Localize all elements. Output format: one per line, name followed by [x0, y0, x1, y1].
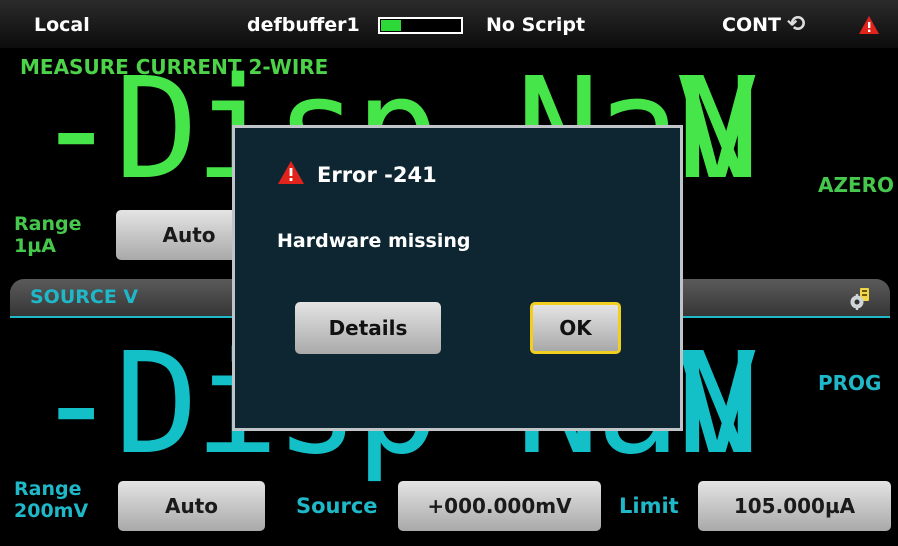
dialog-title-row: Error -241 [277, 160, 437, 189]
limit-value-button[interactable]: 105.000µA [698, 481, 891, 531]
warning-icon[interactable] [858, 15, 880, 40]
source-range-button[interactable]: Auto [118, 481, 265, 531]
trigger-mode[interactable]: CONT [722, 14, 781, 36]
buffer-fill-meter[interactable] [378, 17, 463, 34]
settings-icon[interactable] [849, 287, 871, 311]
source-range-label-title: Range [14, 478, 82, 500]
dialog-title: Error -241 [317, 162, 437, 187]
programmed-indicator: PROG [818, 371, 882, 395]
script-status[interactable]: No Script [486, 14, 585, 36]
limit-label: Limit [619, 494, 679, 518]
measure-range-label: Range 1µA [14, 213, 81, 257]
sync-icon[interactable]: ⟲ [787, 12, 805, 37]
remote-local-indicator[interactable]: Local [34, 14, 90, 36]
measure-unit: V [675, 48, 760, 211]
ok-button[interactable]: OK [530, 302, 621, 354]
details-button[interactable]: Details [295, 302, 441, 354]
autozero-indicator: AZERO [818, 173, 895, 197]
source-value-button[interactable]: +000.000mV [398, 481, 601, 531]
error-dialog: Error -241 Hardware missing Details OK [232, 125, 683, 431]
measure-range-label-title: Range [14, 213, 82, 235]
source-tab-label[interactable]: SOURCE V [30, 286, 138, 308]
dialog-message: Hardware missing [277, 230, 471, 252]
source-value-label: Source [296, 494, 378, 518]
active-buffer-label[interactable]: defbuffer1 [247, 14, 360, 36]
source-unit: V [675, 323, 760, 486]
source-range-label: Range 200mV [14, 478, 88, 522]
measure-range-label-value: 1µA [14, 235, 56, 257]
status-bar: Local defbuffer1 No Script CONT ⟲ [0, 0, 898, 48]
warning-icon [277, 160, 305, 189]
buffer-fill-bar [381, 20, 402, 31]
source-range-label-value: 200mV [14, 500, 89, 522]
